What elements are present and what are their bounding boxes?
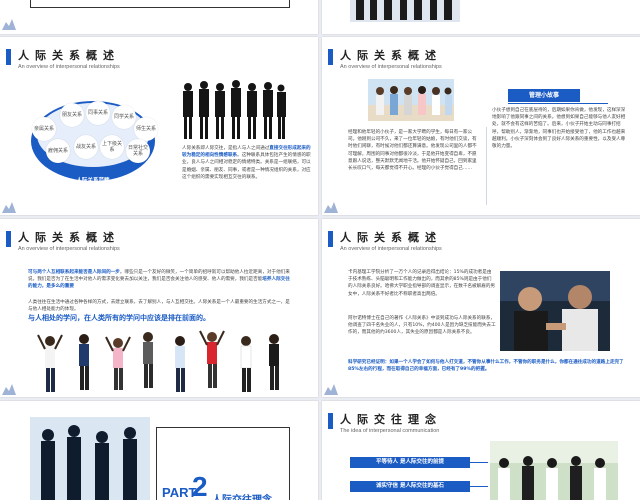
bubble-relation: 朋友关系 (60, 103, 84, 127)
title-accent-bar (6, 49, 11, 65)
badge-line (508, 103, 608, 104)
story-left-text: 经理和他年轻的小伙子，是一家大学聘的学生，每日有一家公司。他刚到公司不久，来了一… (348, 130, 477, 172)
slide-part2-divider: PART 2 人际交往理念 (0, 401, 318, 500)
principle-pill: 平等待人 是人际交往的前提 (350, 457, 470, 468)
diagram-center-label: 人际关系范畴 (76, 178, 110, 184)
slide-subtitle: The idea of interpersonal communication (340, 428, 440, 434)
slide-top-right-partial (322, 0, 640, 34)
slide-subtitle: An overview of interpersonal relationshi… (340, 246, 442, 252)
title-accent-bar (328, 231, 333, 247)
group-photo (368, 79, 454, 121)
scope-diagram: 亲属关系 朋友关系 同事关系 同学关系 师生关系 雇佣关系 战友关系 上下级关系… (28, 99, 158, 194)
slide-subtitle: An overview of interpersonal relationshi… (18, 246, 120, 252)
handshake-photo (500, 271, 610, 351)
slide-title: 人际关系概述 (340, 231, 442, 244)
importance-paragraph-2: 人类往往在生活中通过各种各样的方式，去建立联系，去了解别人，与人互相交往。人际关… (28, 300, 290, 313)
part-number: 2 (192, 471, 208, 500)
bubble-relation: 同学关系 (112, 105, 136, 129)
title-accent-bar (328, 413, 333, 429)
ink-corner-icon (324, 202, 338, 213)
bubble-relation: 日常社交关系 (126, 139, 150, 163)
research-text-2: 阿尔诺特博士在自己的著作《人际关系》中谈到成功与人际关系的联系，他调查了四千名失… (348, 316, 496, 336)
research-text-1: 卡内基理工学院分析了一万个人的记录后得出结论：15%的成功者是由于技术熟练、头脑… (348, 270, 496, 297)
slide-top-left-partial (0, 0, 318, 34)
slide-title: 人际交往理念 (340, 413, 442, 426)
slide-title: 人际关系概述 (18, 49, 120, 62)
bubble-relation: 雇佣关系 (46, 139, 70, 163)
importance-quote: 与人相处的学问，在人类所有的学问中应该是排在前面的。 (28, 314, 210, 322)
ink-corner-icon (2, 19, 16, 30)
team-photo-strip (350, 0, 460, 22)
pill-line (470, 462, 488, 463)
story-divider (486, 127, 487, 205)
slide-title: 人际关系概述 (340, 49, 442, 62)
story-badge: 管理小故事 (508, 89, 580, 102)
jumping-people-image (34, 327, 284, 397)
slide-subtitle: An overview of interpersonal relationshi… (340, 64, 442, 70)
slide-subtitle: An overview of interpersonal relationshi… (18, 64, 120, 70)
slide-title: 人际关系概述 (18, 231, 120, 244)
slide-interaction-importance: 人际关系概述 An overview of interpersonal rela… (0, 219, 318, 397)
principle-pill: 诚实守信 是人际交往的基石 (350, 481, 470, 492)
ink-corner-icon (2, 384, 16, 395)
slide-management-story: 人际关系概述 An overview of interpersonal rela… (322, 37, 640, 215)
slide-interaction-principles: 人际交往理念 The idea of interpersonal communi… (322, 401, 640, 500)
bubble-relation: 上下级关系 (100, 135, 124, 159)
pill-line (470, 486, 488, 487)
bubble-relation: 亲属关系 (32, 117, 56, 141)
bubble-relation: 师生关系 (134, 117, 158, 141)
scope-paragraph: 人际关系即人际交往，是指人与人之间通过直接交往形成起来的较为稳定的相向性情感联系… (182, 146, 311, 180)
ink-corner-icon (324, 384, 338, 395)
story-right-text: 小伙子想到自己在底层待的，后期如果你肯做，他发现，这样深深地影响了他跟同事之间的… (492, 108, 626, 150)
team-silhouette-photo (30, 417, 150, 500)
bubble-relation: 同事关系 (86, 101, 110, 125)
frame-box (30, 0, 290, 8)
slide-research-findings: 人际关系概述 An overview of interpersonal rela… (322, 219, 640, 397)
slide-relationship-scope: 人际关系概述 An overview of interpersonal rela… (0, 37, 318, 215)
bubble-relation: 战友关系 (74, 135, 98, 159)
students-photo (490, 441, 618, 500)
title-accent-bar (6, 231, 11, 247)
part-title: 人际交往理念 (212, 491, 272, 500)
research-conclusion: 科学研究已经证明：如果一个人学会了如何与他人打交道，不管你从事什么工作，不管你的… (348, 360, 624, 373)
ink-corner-icon (2, 202, 16, 213)
importance-paragraph-1: 可与两个人互相联系起来能否是人际间的一步。哪些只是一个友好的微笑，一个简单的招呼… (28, 270, 290, 290)
title-accent-bar (328, 49, 333, 65)
